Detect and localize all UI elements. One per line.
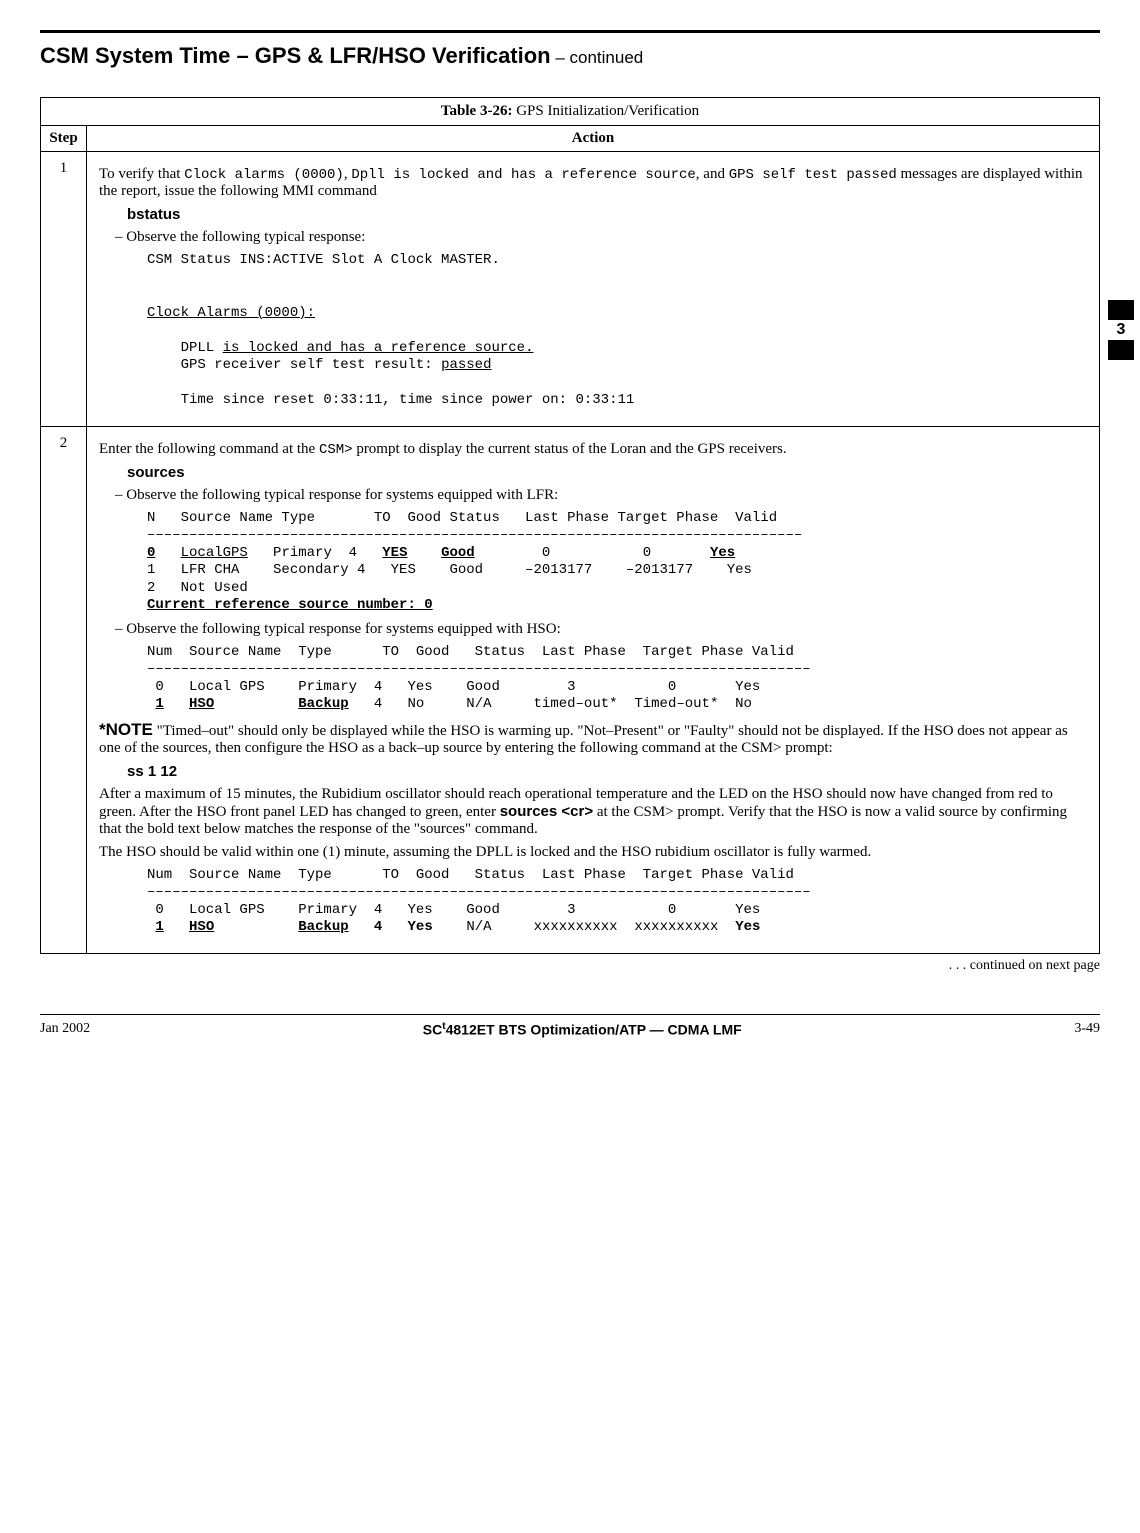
col-action-label: Action: [572, 130, 615, 146]
col-action: Action: [87, 126, 1100, 152]
t: prompt to display the current status of …: [353, 441, 787, 457]
step2-para2: After a maximum of 15 minutes, the Rubid…: [99, 786, 1087, 838]
page-footer: Jan 2002 SCt4812ET BTS Optimization/ATP …: [40, 1014, 1100, 1038]
line: Num Source Name Type TO Good Status Last…: [147, 867, 794, 883]
c: Yes: [710, 545, 735, 561]
continued-note: . . . continued on next page: [40, 958, 1100, 974]
side-tab-block-bottom: [1108, 340, 1134, 360]
step2-final-response: Num Source Name Type TO Good Status Last…: [147, 867, 1087, 937]
footer-right: 3-49: [1074, 1021, 1100, 1037]
side-tab-label: 3: [1108, 320, 1134, 340]
c: 4 No N/A timed–out* Timed–out* No: [349, 696, 752, 712]
line: 0 Local GPS Primary 4 Yes Good 3 0 Yes: [147, 679, 760, 695]
c: N/A xxxxxxxxxx xxxxxxxxxx: [433, 919, 735, 935]
line: Current reference source number: 0: [147, 597, 433, 613]
table-caption-bold: Table 3-26:: [441, 103, 513, 119]
side-tab-block-top: [1108, 300, 1134, 320]
step2-para3: The HSO should be valid within one (1) m…: [99, 844, 1087, 861]
c: Good: [441, 545, 475, 561]
line: 1 LFR CHA Secondary 4 YES Good –2013177 …: [147, 562, 752, 578]
note-text: "Timed–out" should only be displayed whi…: [99, 723, 1068, 756]
c: HSO: [189, 696, 214, 712]
c: [214, 696, 298, 712]
table-caption-rest: GPS Initialization/Verification: [512, 103, 699, 119]
step2-hso-response: Num Source Name Type TO Good Status Last…: [147, 644, 1087, 714]
col-step-label: Step: [49, 130, 77, 146]
step-number: 2: [41, 426, 87, 953]
footer-left: Jan 2002: [40, 1021, 90, 1037]
line: DPLL: [147, 340, 223, 356]
table-caption: Table 3-26: GPS Initialization/Verificat…: [40, 97, 1100, 125]
step2-lfr-response: N Source Name Type TO Good Status Last P…: [147, 510, 1087, 615]
step2-action: Enter the following command at the CSM> …: [87, 426, 1100, 953]
line: ––––––––––––––––––––––––––––––––––––––––…: [147, 661, 811, 677]
c: 1: [155, 919, 163, 935]
line: is locked and has a reference source.: [223, 340, 534, 356]
col-step: Step: [41, 126, 87, 152]
line: Clock Alarms (0000):: [147, 305, 315, 321]
t: , and: [696, 166, 729, 182]
page-title-cont: – continued: [551, 48, 644, 67]
side-tab: 3: [1108, 300, 1134, 360]
step1-action: To verify that Clock alarms (0000), Dpll…: [87, 152, 1100, 427]
t: Enter the following command at the: [99, 441, 319, 457]
b: sources <cr>: [500, 803, 593, 820]
step2-cmd: sources: [127, 464, 1087, 481]
line: ––––––––––––––––––––––––––––––––––––––––…: [147, 884, 811, 900]
line: Time since reset 0:33:11, time since pow…: [147, 392, 634, 408]
table-row: 1 To verify that Clock alarms (0000), Dp…: [41, 152, 1100, 427]
c: Yes: [735, 919, 760, 935]
c: [349, 919, 374, 935]
line: N Source Name Type TO Good Status Last P…: [147, 510, 777, 526]
c: LocalGPS: [181, 545, 248, 561]
line: Num Source Name Type TO Good Status Last…: [147, 644, 794, 660]
procedure-table: Table 3-26: GPS Initialization/Verificat…: [40, 97, 1100, 954]
line: CSM Status INS:ACTIVE Slot A Clock MASTE…: [147, 252, 500, 268]
c: 0: [147, 545, 155, 561]
line: GPS receiver self test result:: [147, 357, 441, 373]
step2-observe-lfr: Observe the following typical response f…: [115, 487, 1087, 504]
c: HSO: [189, 919, 214, 935]
t: To verify that: [99, 166, 184, 182]
page-title: CSM System Time – GPS & LFR/HSO Verifica…: [40, 43, 1100, 69]
c: Yes: [408, 919, 433, 935]
step1-observe: Observe the following typical response:: [115, 229, 1087, 246]
step2-intro: Enter the following command at the CSM> …: [99, 441, 1087, 458]
c: Backup: [298, 696, 348, 712]
step1-response: CSM Status INS:ACTIVE Slot A Clock MASTE…: [147, 252, 1087, 410]
footer-center: SCt4812ET BTS Optimization/ATP — CDMA LM…: [423, 1021, 742, 1038]
c: 0 0: [475, 545, 710, 561]
code: Clock alarms (0000): [184, 167, 344, 183]
t: SC: [423, 1021, 442, 1037]
c: 1: [155, 696, 163, 712]
step2-list1: Observe the following typical response f…: [99, 487, 1087, 504]
step2-note: *NOTE "Timed–out" should only be display…: [99, 720, 1087, 757]
step2-cmd2: ss 1 12: [127, 763, 1087, 780]
c: Primary 4: [248, 545, 382, 561]
c: [214, 919, 298, 935]
table-row: 2 Enter the following command at the CSM…: [41, 426, 1100, 953]
step1-list: Observe the following typical response:: [99, 229, 1087, 246]
step1-intro: To verify that Clock alarms (0000), Dpll…: [99, 166, 1087, 200]
line: 2 Not Used: [147, 580, 248, 596]
step1-cmd: bstatus: [127, 206, 1087, 223]
line: 0 Local GPS Primary 4 Yes Good 3 0 Yes: [147, 902, 760, 918]
code: Dpll is locked and has a reference sourc…: [351, 167, 695, 183]
code: CSM>: [319, 442, 353, 458]
note-bold: *NOTE: [99, 720, 153, 739]
t: 4812ET BTS Optimization/ATP — CDMA LMF: [446, 1021, 742, 1037]
code: GPS self test passed: [729, 167, 897, 183]
line: passed: [441, 357, 491, 373]
c: [382, 919, 407, 935]
step2-list2: Observe the following typical response f…: [99, 621, 1087, 638]
top-rule: [40, 30, 1100, 33]
c: YES: [382, 545, 407, 561]
step2-observe-hso: Observe the following typical response f…: [115, 621, 1087, 638]
c: Backup: [298, 919, 348, 935]
step-number: 1: [41, 152, 87, 427]
line: ––––––––––––––––––––––––––––––––––––––––…: [147, 527, 802, 543]
page-title-main: CSM System Time – GPS & LFR/HSO Verifica…: [40, 43, 551, 68]
